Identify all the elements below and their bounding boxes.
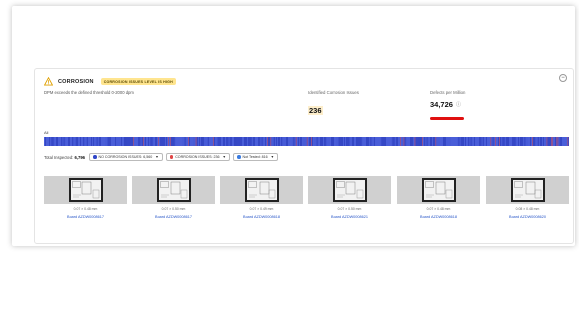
- board-link[interactable]: Board AZDW0008618: [220, 215, 303, 219]
- total-inspected: Total Inspected: 6,796: [44, 155, 85, 160]
- filter-corrosion[interactable]: CORROSION ISSUES: 236 ▼: [165, 153, 231, 161]
- chevron-down-icon: ▼: [270, 155, 275, 159]
- collapse-button[interactable]: −: [559, 74, 567, 82]
- board-image: [421, 178, 456, 202]
- board-thumbnail[interactable]: [220, 176, 303, 204]
- filter-no-corrosion[interactable]: NO CORROSION ISSUES: 6,560 ▼: [89, 153, 163, 161]
- total-inspected-value: 6,796: [74, 154, 85, 160]
- warning-icon: [44, 77, 53, 86]
- status-dot: [93, 155, 97, 159]
- strip-label: All: [44, 130, 49, 135]
- dpm-value: 34,726: [430, 100, 453, 109]
- board-link[interactable]: Board AZDW0008618: [397, 215, 480, 219]
- board-measurement: 0.07 × 0.49 mm: [249, 207, 274, 211]
- inspection-strip[interactable]: [44, 137, 569, 146]
- filter-not-tested[interactable]: Not Tested: 816 ▼: [233, 153, 279, 161]
- corrosion-card: CORROSION CORROSION ISSUES LEVEL IS HIGH…: [34, 68, 574, 244]
- identified-issues-value: 236: [308, 106, 323, 115]
- board-thumbnail[interactable]: [132, 176, 215, 204]
- chevron-down-icon: ▼: [155, 155, 159, 159]
- info-icon[interactable]: ⓘ: [456, 101, 461, 108]
- board-measurement: 0.07 × 0.48 mm: [426, 207, 451, 211]
- board-thumbnail[interactable]: [308, 176, 391, 204]
- board-image: [156, 178, 191, 202]
- report-page: CORROSION CORROSION ISSUES LEVEL IS HIGH…: [12, 6, 575, 246]
- board-measurement: 0.07 × 0.50 mm: [161, 207, 186, 211]
- board-link[interactable]: Board AZDW0008617: [44, 215, 127, 219]
- board-card[interactable]: 0.08 × 0.48 mm Board AZDW0008620: [486, 176, 569, 219]
- chip-label: CORROSION ISSUES: 236: [175, 155, 220, 159]
- dpm-metric: Defects per Million 34,726 ⓘ: [430, 90, 465, 109]
- filter-bar: Total Inspected: 6,796 NO CORROSION ISSU…: [44, 153, 281, 161]
- card-header: CORROSION CORROSION ISSUES LEVEL IS HIGH: [44, 77, 176, 86]
- board-card[interactable]: 0.07 × 0.48 mm Board AZDW0008618: [397, 176, 480, 219]
- board-image: [244, 178, 279, 202]
- board-link[interactable]: Board AZDW0008620: [486, 215, 569, 219]
- chip-label: Not Tested: 816: [242, 155, 268, 159]
- board-image: [68, 178, 103, 202]
- board-image: [510, 178, 545, 202]
- board-thumbnail[interactable]: [44, 176, 127, 204]
- dpm-label: Defects per Million: [430, 90, 466, 95]
- red-underline-annotation: [430, 117, 464, 120]
- board-card[interactable]: 0.07 × 0.49 mm Board AZDW0008618: [220, 176, 303, 219]
- board-measurement: 0.08 × 0.48 mm: [515, 207, 540, 211]
- card-title: CORROSION: [58, 78, 94, 85]
- board-measurement: 0.07 × 0.48 mm: [73, 207, 98, 211]
- chevron-down-icon: ▼: [222, 155, 227, 159]
- board-link[interactable]: Board AZDW0008617: [132, 215, 215, 219]
- board-image: [332, 178, 367, 202]
- chip-label: NO CORROSION ISSUES: 6,560: [98, 155, 153, 159]
- board-card[interactable]: 0.07 × 0.50 mm Board AZDW0008617: [132, 176, 215, 219]
- status-dot: [169, 155, 174, 159]
- severity-badge: CORROSION ISSUES LEVEL IS HIGH: [100, 78, 176, 85]
- board-card[interactable]: 0.07 × 0.48 mm Board AZDW0008617: [44, 176, 127, 219]
- board-link[interactable]: Board AZDW0008621: [308, 215, 391, 219]
- total-inspected-label: Total Inspected:: [44, 154, 74, 160]
- board-measurement: 0.07 × 0.50 mm: [337, 207, 362, 211]
- board-card[interactable]: 0.07 × 0.50 mm Board AZDW0008621: [308, 176, 391, 219]
- identified-issues-label: Identified Corrosion Issues: [308, 90, 359, 95]
- threshold-description: DPM exceeds the defined threshold 0-2000…: [44, 90, 134, 95]
- status-dot: [237, 155, 241, 159]
- board-thumbnail[interactable]: [486, 176, 569, 204]
- identified-issues-metric: Identified Corrosion Issues 236: [308, 90, 359, 118]
- board-thumbnail[interactable]: [397, 176, 480, 204]
